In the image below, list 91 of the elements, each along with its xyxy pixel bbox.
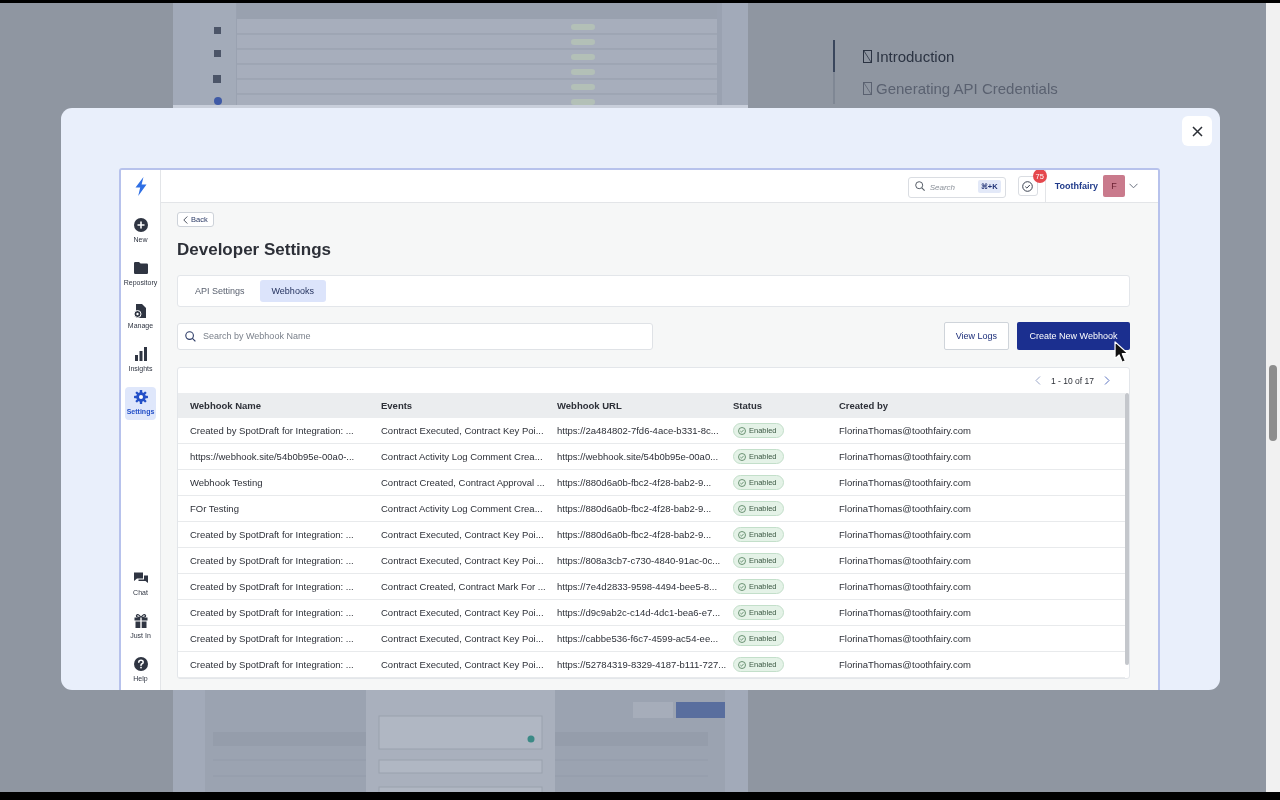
check-circle-icon bbox=[1022, 180, 1034, 192]
table-cell: https://52784319-8329-4187-b111-727... bbox=[557, 659, 727, 670]
table-cell: Created by SpotDraft for Integration: ... bbox=[190, 529, 354, 540]
chevron-left-icon bbox=[183, 215, 188, 224]
check-circle-icon bbox=[738, 504, 746, 513]
table-cell: https://880d6a0b-fbc2-4f28-bab2-9... bbox=[557, 529, 712, 540]
table-cell: Contract Activity Log Comment Crea... bbox=[381, 451, 543, 462]
table-cell: https://webhook.site/54b0b95e-00a0... bbox=[557, 451, 719, 462]
table-cell: https://808a3cb7-c730-4840-91ac-0c... bbox=[557, 555, 721, 566]
column-header: Events bbox=[381, 400, 413, 411]
table-cell: Contract Created, Contract Mark For ... bbox=[381, 581, 546, 592]
tab[interactable]: API Settings bbox=[183, 280, 257, 302]
help-icon bbox=[133, 657, 148, 671]
table-cell: Created by SpotDraft for Integration: ... bbox=[190, 581, 354, 592]
table-cell: FlorinaThomas@toothfairy.com bbox=[839, 529, 971, 540]
chat-bubbles-icon bbox=[133, 571, 148, 585]
table-cell: FlorinaThomas@toothfairy.com bbox=[839, 451, 971, 462]
chevron-left-icon bbox=[1035, 376, 1041, 385]
bar-chart-icon bbox=[133, 347, 148, 361]
table-cell: https://880d6a0b-fbc2-4f28-bab2-9... bbox=[557, 503, 712, 514]
table-cell: Created by SpotDraft for Integration: ... bbox=[190, 607, 354, 618]
table-cell: https://880d6a0b-fbc2-4f28-bab2-9... bbox=[557, 477, 712, 488]
table-cell: Created by SpotDraft for Integration: ... bbox=[190, 659, 354, 670]
close-icon bbox=[1191, 125, 1203, 137]
table-cell: FlorinaThomas@toothfairy.com bbox=[839, 503, 971, 514]
previous-page-button[interactable] bbox=[1035, 376, 1041, 385]
table-cell: https://2a484802-7fd6-4ace-b331-8c... bbox=[557, 425, 719, 436]
table-scrollbar[interactable] bbox=[1125, 393, 1129, 665]
table-cell: https://webhook.site/54b0b95e-00a0-... bbox=[190, 451, 355, 462]
table-cell: Webhook Testing bbox=[190, 477, 263, 488]
plus-circle-icon bbox=[133, 218, 148, 232]
table-cell: Contract Created, Contract Approval ... bbox=[381, 477, 545, 488]
column-header: Webhook URL bbox=[557, 400, 622, 411]
check-circle-icon bbox=[738, 452, 746, 461]
tab[interactable]: Webhooks bbox=[259, 280, 326, 302]
column-header: Status bbox=[733, 400, 763, 411]
gear-icon bbox=[133, 390, 148, 404]
avatar[interactable]: F bbox=[1103, 175, 1125, 197]
check-circle-icon bbox=[738, 660, 746, 669]
table-cell: Created by SpotDraft for Integration: ... bbox=[190, 555, 354, 566]
column-header: Webhook Name bbox=[190, 400, 262, 411]
lightning-logo-icon[interactable] bbox=[134, 177, 147, 196]
check-circle-icon bbox=[738, 608, 746, 617]
table-cell: Contract Executed, Contract Key Poi... bbox=[381, 425, 544, 436]
table-cell: FlorinaThomas@toothfairy.com bbox=[839, 659, 971, 670]
table-cell: https://7e4d2833-9598-4494-bee5-8... bbox=[557, 581, 718, 592]
tasks-button[interactable] bbox=[1017, 176, 1038, 196]
check-circle-icon bbox=[738, 426, 746, 435]
table-cell: Contract Activity Log Comment Crea... bbox=[381, 503, 543, 514]
document-gear-icon bbox=[133, 304, 148, 318]
table-cell: FlorinaThomas@toothfairy.com bbox=[839, 555, 971, 566]
scrollbar-thumb[interactable] bbox=[1269, 365, 1277, 441]
chevron-right-icon bbox=[1104, 376, 1110, 385]
table-cell: https://cabbe536-f6c7-4599-ac54-ee... bbox=[557, 633, 719, 644]
check-circle-icon bbox=[738, 556, 746, 565]
table-cell: FlorinaThomas@toothfairy.com bbox=[839, 477, 971, 488]
close-button[interactable] bbox=[1182, 116, 1212, 146]
page-title: Developer Settings bbox=[177, 240, 331, 260]
chevron-down-icon[interactable] bbox=[1129, 183, 1138, 189]
column-header: Created by bbox=[839, 400, 889, 411]
table-cell: https://d9c9ab2c-c14d-4dc1-bea6-e7... bbox=[557, 607, 721, 618]
toc-link[interactable]: Introduction bbox=[833, 40, 955, 72]
next-page-button[interactable] bbox=[1104, 376, 1110, 385]
table-cell: Contract Executed, Contract Key Poi... bbox=[381, 529, 544, 540]
table-cell: Created by SpotDraft for Integration: ... bbox=[190, 425, 354, 436]
table-cell: FlorinaThomas@toothfairy.com bbox=[839, 581, 971, 592]
table-cell: Contract Executed, Contract Key Poi... bbox=[381, 659, 544, 670]
table-cell: FlorinaThomas@toothfairy.com bbox=[839, 425, 971, 436]
search-icon bbox=[185, 330, 196, 342]
table-cell: Created by SpotDraft for Integration: ... bbox=[190, 633, 354, 644]
table-cell: FlorinaThomas@toothfairy.com bbox=[839, 607, 971, 618]
missing-glyph-icon bbox=[863, 81, 872, 95]
logs-button[interactable]: View Logs bbox=[943, 322, 1009, 350]
user-name[interactable]: Toothfairy bbox=[1054, 181, 1098, 191]
folder-icon bbox=[133, 261, 148, 275]
check-circle-icon bbox=[738, 530, 746, 539]
table-cell: FlorinaThomas@toothfairy.com bbox=[839, 633, 971, 644]
table-cell: Contract Executed, Contract Key Poi... bbox=[381, 555, 544, 566]
search-field[interactable]: Search by Webhook Name bbox=[177, 322, 653, 350]
check-circle-icon bbox=[738, 582, 746, 591]
search-icon bbox=[914, 180, 925, 191]
table-cell: Contract Executed, Contract Key Poi... bbox=[381, 607, 544, 618]
missing-glyph-icon bbox=[863, 49, 872, 63]
create-button[interactable]: Create New Webhook bbox=[1017, 322, 1130, 350]
gift-icon bbox=[133, 614, 148, 628]
page-range: 1 - 10 of 17 bbox=[1051, 375, 1094, 386]
check-circle-icon bbox=[738, 478, 746, 487]
table-cell: Contract Executed, Contract Key Poi... bbox=[381, 633, 544, 644]
page-scrollbar[interactable] bbox=[1266, 3, 1280, 792]
table-cell: FOr Testing bbox=[190, 503, 239, 514]
check-circle-icon bbox=[738, 634, 746, 643]
